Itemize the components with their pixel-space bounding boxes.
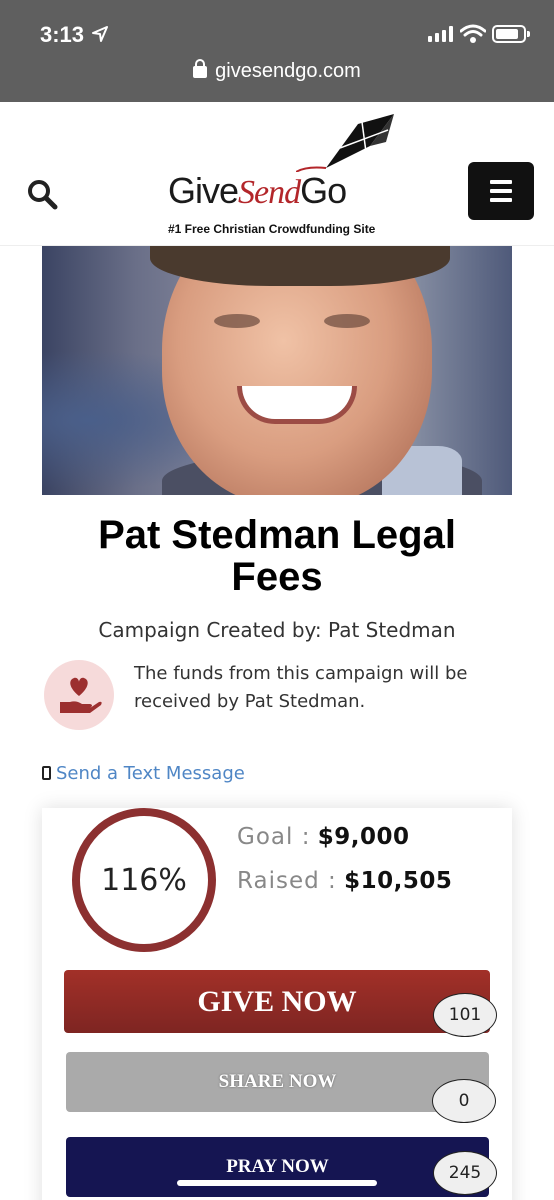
funding-progress-ring: 116% xyxy=(72,808,216,952)
campaign-creator: Campaign Created by: Pat Stedman xyxy=(98,618,456,642)
lock-icon xyxy=(193,59,208,78)
raised-label: Raised : xyxy=(237,868,337,894)
funding-percent: 116% xyxy=(101,862,187,898)
site-logo[interactable]: GiveSendGo #1 Free Christian Crowdfundin… xyxy=(160,112,400,237)
goal-label: Goal : xyxy=(237,824,311,850)
kite-icon xyxy=(296,114,394,172)
logo-tagline: #1 Free Christian Crowdfunding Site xyxy=(168,222,376,236)
logo-wordmark: GiveSendGo xyxy=(168,170,347,212)
status-time: 3:13 xyxy=(40,22,85,47)
status-bar: 3:13 givesendgo.com xyxy=(0,0,554,102)
campaign-photo xyxy=(42,246,512,495)
wifi-icon xyxy=(460,24,486,43)
hamburger-menu-button[interactable] xyxy=(468,162,534,220)
signal-strength-icon xyxy=(428,26,454,42)
url-bar[interactable]: givesendgo.com xyxy=(0,59,554,83)
goal-value: $9,000 xyxy=(317,824,410,850)
logo-go: Go xyxy=(300,170,347,211)
give-now-button[interactable]: GIVE NOW xyxy=(64,970,490,1033)
share-now-button[interactable]: SHARE NOW xyxy=(66,1052,489,1112)
donation-card: 116% Goal : $9,000 Raised : $10,505 GIVE… xyxy=(42,808,512,1200)
beneficiary-note: The funds from this campaign will be rec… xyxy=(134,663,468,712)
give-count-badge: 101 xyxy=(433,993,497,1037)
url-text: givesendgo.com xyxy=(215,60,361,82)
battery-icon xyxy=(492,25,530,43)
home-indicator[interactable] xyxy=(177,1180,377,1186)
raised-row: Raised : $10,505 xyxy=(237,868,452,894)
goal-row: Goal : $9,000 xyxy=(237,824,410,850)
logo-give: Give xyxy=(168,170,239,211)
site-header: GiveSendGo #1 Free Christian Crowdfundin… xyxy=(0,102,554,246)
share-count-badge: 0 xyxy=(432,1079,496,1123)
raised-value: $10,505 xyxy=(344,868,453,894)
send-text-message-link[interactable]: Send a Text Message xyxy=(42,763,245,784)
heart-hand-icon xyxy=(44,660,114,730)
send-text-message-label: Send a Text Message xyxy=(56,763,245,784)
phone-icon xyxy=(42,766,51,780)
pray-count-badge: 245 xyxy=(433,1151,497,1195)
pray-now-button[interactable]: PRAY NOW xyxy=(66,1137,489,1197)
campaign-title: Pat Stedman Legal Fees xyxy=(98,513,456,599)
logo-send: Send xyxy=(238,174,301,211)
search-icon[interactable] xyxy=(26,178,60,212)
location-arrow-icon xyxy=(92,26,108,42)
